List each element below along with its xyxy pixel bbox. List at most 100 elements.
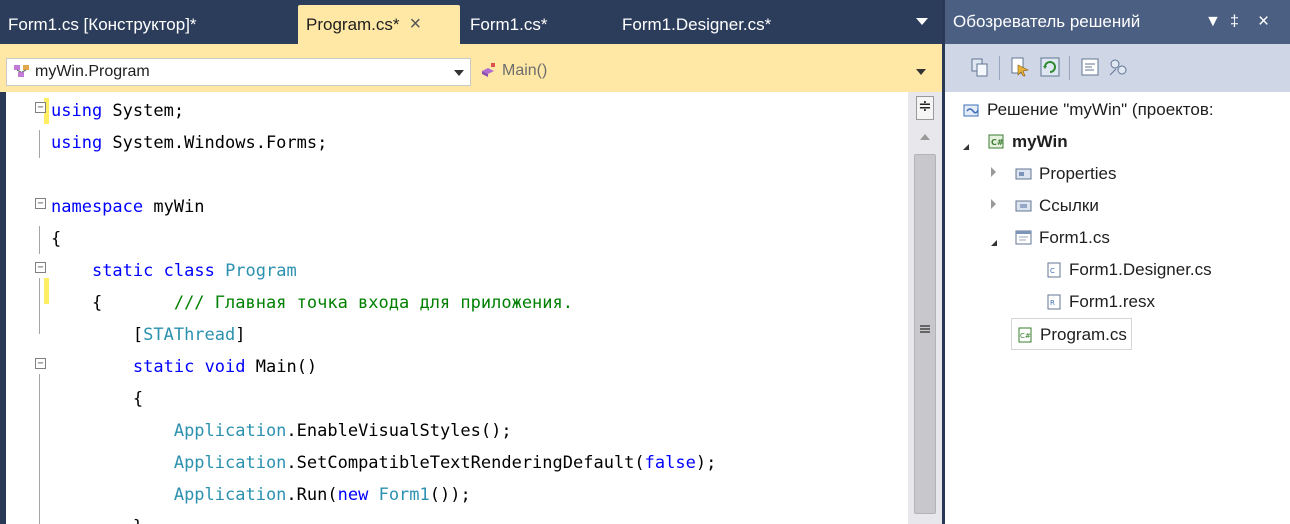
pin-icon[interactable]: ‡ <box>1230 0 1239 44</box>
solution-explorer-toolbar <box>945 44 1290 92</box>
tree-item-references[interactable]: Ссылки <box>1015 190 1099 222</box>
tree-item-properties[interactable]: Properties <box>1015 158 1116 190</box>
code-line[interactable]: static class Program <box>6 255 906 287</box>
panel-menu-dropdown-icon[interactable]: ▼ <box>1205 0 1221 44</box>
solution-explorer-title-bar: Обозреватель решений ▼ ‡ × <box>945 0 1290 44</box>
split-window-button[interactable]: ≑ <box>916 96 934 120</box>
code-line[interactable]: [STAThread] <box>6 319 906 351</box>
chevron-down-icon <box>454 70 464 76</box>
code-token: Main() <box>245 357 318 377</box>
expand-arrow-icon[interactable] <box>963 144 969 150</box>
tree-label: Form1.cs <box>1039 228 1110 247</box>
references-icon <box>1015 193 1033 212</box>
svg-text:R: R <box>1050 299 1055 307</box>
resx-file-icon: R <box>1045 289 1063 310</box>
tree-label: Form1.Designer.cs <box>1069 260 1212 279</box>
code-line[interactable]: { /// Главная точка входа для приложения… <box>6 287 906 319</box>
close-icon[interactable]: × <box>1258 0 1269 44</box>
keyword-token: false <box>644 453 696 473</box>
code-token: myWin <box>143 197 205 217</box>
type-token: Application <box>173 421 287 441</box>
cs-file-icon: C# <box>1016 322 1034 343</box>
code-token: .SetCompatibleTextRenderingDefault( <box>286 453 645 473</box>
show-all-files-icon[interactable] <box>969 56 991 78</box>
code-line[interactable]: using System; <box>6 95 906 127</box>
code-line[interactable]: { <box>6 383 906 415</box>
type-token: Program <box>225 261 297 281</box>
code-line[interactable]: Application.SetCompatibleTextRenderingDe… <box>6 447 906 479</box>
type-selector-combo[interactable]: myWin.Program <box>6 58 471 86</box>
tab-list-dropdown-icon[interactable] <box>916 18 928 25</box>
collapsed-arrow-icon[interactable] <box>991 167 996 177</box>
code-token: System; <box>102 101 185 121</box>
code-line-text: Application.EnableVisualStyles(); <box>51 415 512 447</box>
properties-icon[interactable] <box>1009 56 1031 78</box>
tree-item-form1-designer[interactable]: C Form1.Designer.cs <box>1045 254 1212 286</box>
code-line[interactable]: static void Main() <box>6 351 906 383</box>
code-token: { <box>51 293 174 313</box>
panel-title: Обозреватель решений <box>953 12 1141 31</box>
member-selector-combo[interactable]: Main() <box>474 58 934 86</box>
code-token: ()); <box>429 485 471 505</box>
expand-arrow-icon[interactable] <box>991 240 997 246</box>
code-token: } <box>51 517 143 524</box>
svg-text:C#: C# <box>991 138 1004 147</box>
tab-label: Program.cs* <box>306 15 400 34</box>
close-icon[interactable]: × <box>410 5 422 44</box>
toolbar-separator <box>999 56 1000 80</box>
code-token: { <box>51 389 144 409</box>
tab-program-cs[interactable]: Program.cs* × <box>298 5 460 44</box>
code-line-text: static class Program <box>51 255 297 287</box>
code-line-text: using System.Windows.Forms; <box>51 127 327 159</box>
code-editor-pane: Form1.cs [Конструктор]* Program.cs* × For… <box>0 0 942 524</box>
collapsed-arrow-icon[interactable] <box>991 199 996 209</box>
tab-form1-cs[interactable]: Form1.cs* <box>462 5 612 44</box>
solution-explorer-panel: Обозреватель решений ▼ ‡ × Решение "myWi… <box>945 0 1290 524</box>
tree-item-project[interactable]: C# myWin <box>988 126 1068 158</box>
tree-label: Form1.resx <box>1069 292 1155 311</box>
scroll-up-arrow-icon[interactable] <box>920 134 930 140</box>
tree-item-form1[interactable]: Form1.cs <box>1015 222 1110 254</box>
code-line[interactable]: } <box>6 511 906 524</box>
type-token: Application <box>173 453 287 473</box>
properties-folder-icon <box>1015 161 1033 180</box>
view-code-icon[interactable] <box>1079 56 1101 78</box>
code-line[interactable]: namespace myWin <box>6 191 906 223</box>
tree-item-program[interactable]: C# Program.cs <box>1011 318 1132 350</box>
tree-item-solution[interactable]: Решение "myWin" (проектов: <box>963 94 1214 126</box>
code-line[interactable] <box>6 159 906 191</box>
code-line[interactable]: Application.EnableVisualStyles(); <box>6 415 906 447</box>
refresh-icon[interactable] <box>1039 56 1061 78</box>
tab-form1-designer-view[interactable]: Form1.cs [Конструктор]* <box>0 5 298 44</box>
type-selector-value: myWin.Program <box>35 63 150 80</box>
code-token: System.Windows.Forms; <box>102 133 328 153</box>
tree-label: Решение "myWin" (проектов: <box>987 100 1214 119</box>
svg-text:C#: C# <box>1020 332 1031 340</box>
code-line[interactable]: { <box>6 223 906 255</box>
code-line-text: using System; <box>51 95 184 127</box>
class-diagram-icon[interactable] <box>1107 56 1129 78</box>
code-line[interactable]: using System.Windows.Forms; <box>6 127 906 159</box>
code-line-text: { <box>51 223 61 255</box>
tab-form1-designer-cs[interactable]: Form1.Designer.cs* <box>612 5 882 44</box>
code-text-area[interactable]: − − − − using System; using System.Window… <box>6 92 908 524</box>
code-line-text: static void Main() <box>51 351 317 383</box>
cs-file-icon: C <box>1045 257 1063 278</box>
scrollbar-thumb[interactable] <box>914 154 936 514</box>
code-line[interactable]: Application.Run(new Form1()); <box>6 479 906 511</box>
tree-item-form1-resx[interactable]: R Form1.resx <box>1045 286 1155 318</box>
toolbar-separator <box>1069 56 1070 80</box>
code-line-text: [STAThread] <box>51 319 246 351</box>
code-line-text: { <box>51 383 143 415</box>
code-line-text: { /// Главная точка входа для приложения… <box>51 287 573 319</box>
keyword-token: class <box>163 261 215 281</box>
code-token: [ <box>51 325 144 345</box>
code-line-text: namespace myWin <box>51 191 205 223</box>
vertical-scrollbar[interactable]: ≑ <box>908 92 942 524</box>
